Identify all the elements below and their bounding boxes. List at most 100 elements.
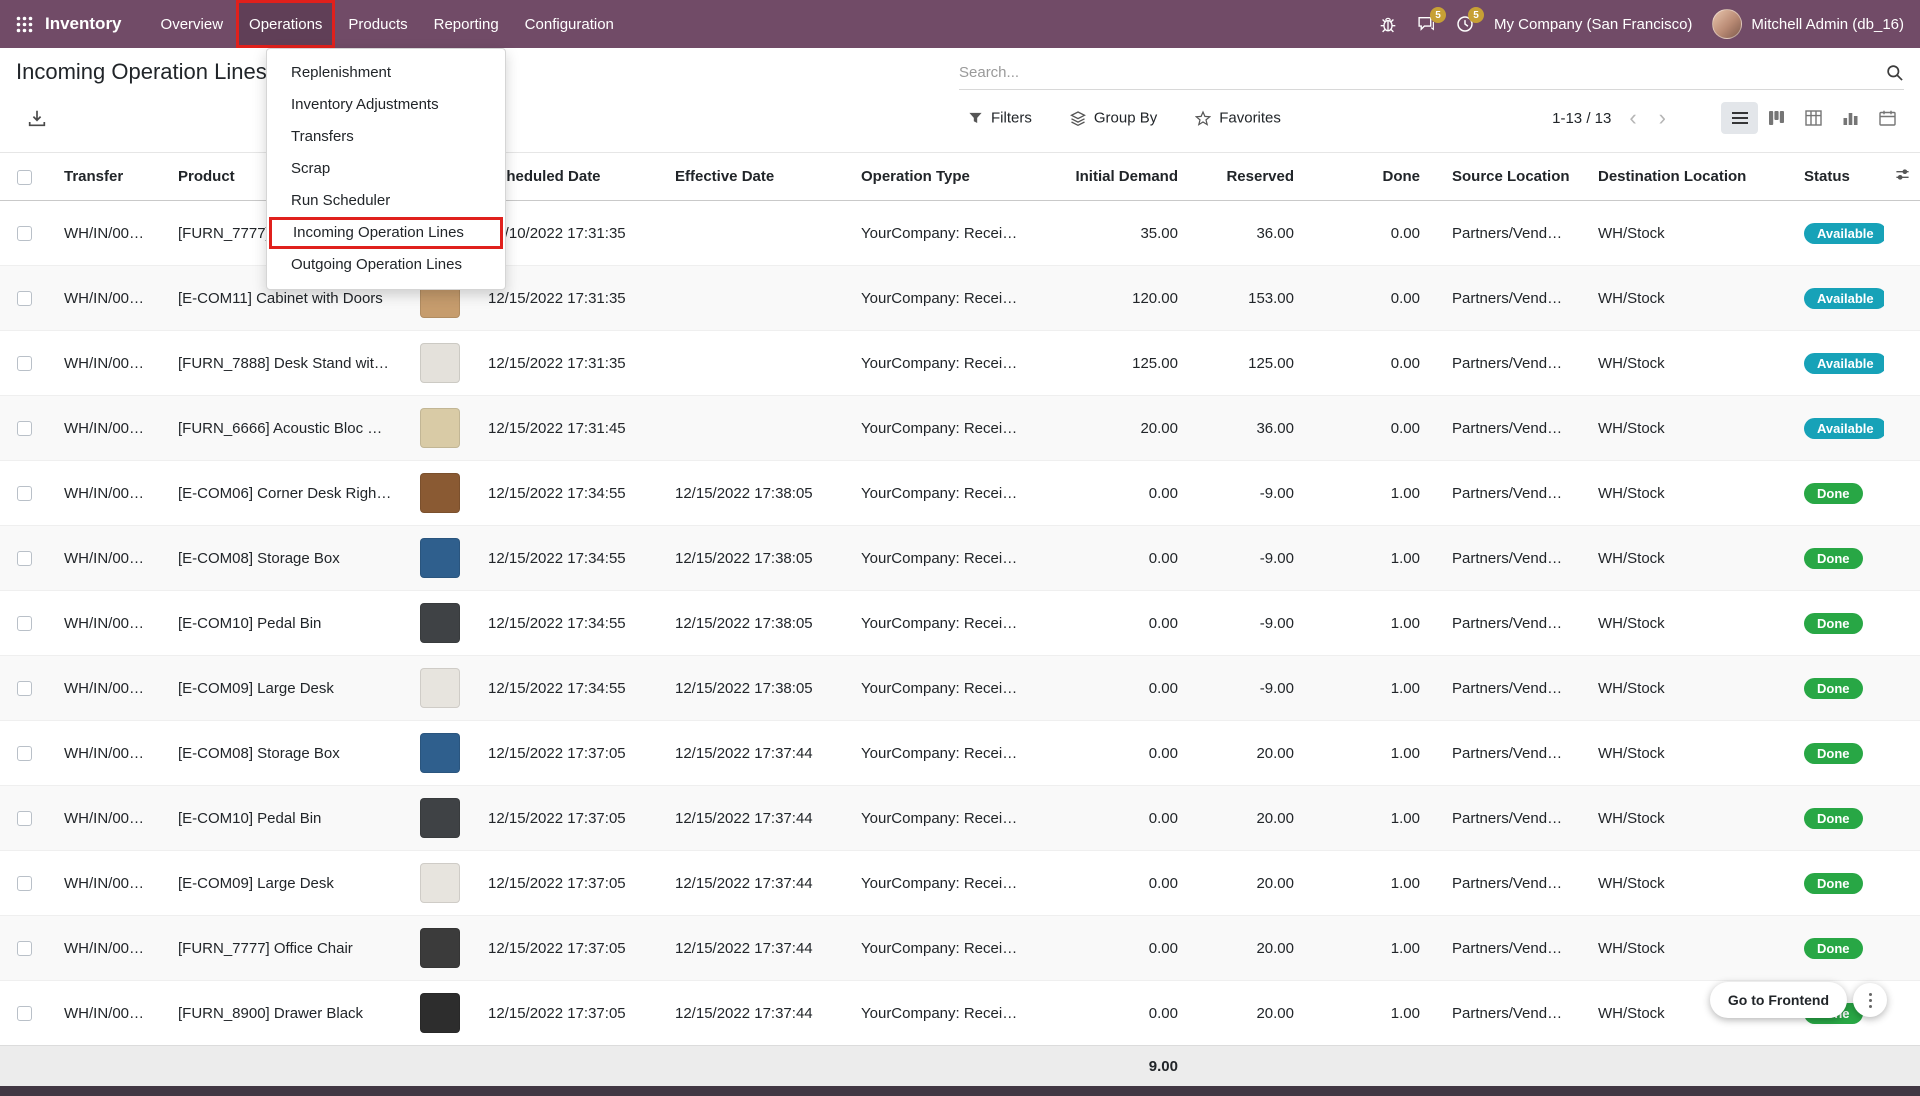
messages-icon[interactable]: 5 [1417,15,1436,33]
table-row[interactable]: WH/IN/00008 [E-COM08] Storage Box 12/15/… [0,721,1920,786]
status-badge: Done [1804,938,1863,959]
menu-item-transfers[interactable]: Transfers [267,121,505,153]
cell-done: 1.00 [1310,461,1436,526]
cell-done: 0.00 [1310,201,1436,266]
activities-clock-icon[interactable]: 5 [1456,15,1474,33]
row-checkbox[interactable] [17,876,32,891]
cell-effective-date: 12/15/2022 17:38:05 [659,656,845,721]
table-row[interactable]: WH/IN/00007 [E-COM08] Storage Box 12/15/… [0,526,1920,591]
cell-reserved: 36.00 [1194,201,1310,266]
column-header-done[interactable]: Done [1310,153,1436,201]
column-header-effective-date[interactable]: Effective Date [659,153,845,201]
menu-item-replenishment[interactable]: Replenishment [267,57,505,89]
cell-initial-demand: 0.00 [1035,461,1194,526]
menu-item-scrap[interactable]: Scrap [267,153,505,185]
nav-item-configuration[interactable]: Configuration [512,0,627,48]
cell-scheduled-date: 12/15/2022 17:34:55 [472,591,659,656]
column-header-reserved[interactable]: Reserved [1194,153,1310,201]
menu-item-outgoing-operation-lines[interactable]: Outgoing Operation Lines [267,249,505,281]
row-checkbox[interactable] [17,421,32,436]
column-header-initial-demand[interactable]: Initial Demand [1035,153,1194,201]
group-by-button[interactable]: Group By [1070,110,1157,127]
row-checkbox[interactable] [17,291,32,306]
apps-grid-icon[interactable] [16,16,33,33]
row-checkbox[interactable] [17,811,32,826]
cell-scheduled-date: 12/15/2022 17:34:55 [472,526,659,591]
row-checkbox[interactable] [17,356,32,371]
view-graph-icon[interactable] [1832,102,1869,134]
menu-item-incoming-operation-lines[interactable]: Incoming Operation Lines [269,217,503,249]
app-name[interactable]: Inventory [45,14,122,34]
row-checkbox[interactable] [17,226,32,241]
row-checkbox[interactable] [17,551,32,566]
row-checkbox[interactable] [17,486,32,501]
favorites-label: Favorites [1219,110,1281,127]
company-switcher[interactable]: My Company (San Francisco) [1494,16,1692,33]
table-row[interactable]: WH/IN/00008 [E-COM09] Large Desk 12/15/2… [0,851,1920,916]
table-body: WH/IN/00002 [FURN_7777] Office Chair 12/… [0,201,1920,1046]
cell-destination-location: WH/Stock [1582,331,1788,396]
cell-initial-demand: 0.00 [1035,721,1194,786]
menu-item-run-scheduler[interactable]: Run Scheduler [267,185,505,217]
status-badge: Done [1804,808,1863,829]
table-row[interactable]: WH/IN/00008 [E-COM10] Pedal Bin 12/15/20… [0,786,1920,851]
row-checkbox[interactable] [17,681,32,696]
select-all-checkbox[interactable] [17,170,32,185]
row-checkbox[interactable] [17,616,32,631]
view-kanban-icon[interactable] [1758,102,1795,134]
table-row[interactable]: WH/IN/00006 [FURN_6666] Acoustic Bloc Sc… [0,396,1920,461]
cell-destination-location: WH/Stock [1582,851,1788,916]
view-calendar-icon[interactable] [1869,102,1906,134]
row-checkbox[interactable] [17,746,32,761]
debug-bug-icon[interactable] [1379,15,1397,33]
table-row[interactable]: WH/IN/00003 [FURN_7888] Desk Stand with … [0,331,1920,396]
activities-counter-badge: 5 [1468,7,1484,23]
table-row[interactable]: WH/IN/00007 [E-COM10] Pedal Bin 12/15/20… [0,591,1920,656]
cell-operation-type: YourCompany: Receipts [845,396,1035,461]
bottom-strip [0,1086,1920,1096]
cell-done: 1.00 [1310,526,1436,591]
nav-item-reporting[interactable]: Reporting [421,0,512,48]
export-icon[interactable] [28,109,46,127]
go-to-frontend-button[interactable]: Go to Frontend [1710,982,1847,1018]
search-icon[interactable] [1886,64,1904,82]
cell-transfer: WH/IN/00003 [48,331,162,396]
table-row[interactable]: WH/IN/00007 [E-COM06] Corner Desk Right … [0,461,1920,526]
nav-item-products[interactable]: Products [335,0,420,48]
filters-button[interactable]: Filters [968,110,1032,127]
cell-done: 1.00 [1310,916,1436,981]
table-row[interactable]: WH/IN/00007 [E-COM09] Large Desk 12/15/2… [0,656,1920,721]
cell-destination-location: WH/Stock [1582,201,1788,266]
cell-operation-type: YourCompany: Receipts [845,526,1035,591]
column-header-operation-type[interactable]: Operation Type [845,153,1035,201]
nav-item-overview[interactable]: Overview [148,0,237,48]
view-pivot-icon[interactable] [1795,102,1832,134]
column-header-transfer[interactable]: Transfer [48,153,162,201]
column-header-source-location[interactable]: Source Location [1436,153,1582,201]
nav-item-operations[interactable]: Operations [236,0,335,48]
column-header-status[interactable]: Status [1788,153,1884,201]
more-options-icon[interactable] [1853,983,1887,1017]
favorites-button[interactable]: Favorites [1195,110,1281,127]
row-checkbox[interactable] [17,1006,32,1021]
cell-product: [FURN_6666] Acoustic Bloc Scr... [162,396,408,461]
pager-next-icon[interactable]: › [1655,107,1670,129]
row-checkbox[interactable] [17,941,32,956]
cell-operation-type: YourCompany: Receipts [845,786,1035,851]
cell-source-location: Partners/Vendors [1436,786,1582,851]
cell-transfer: WH/IN/00007 [48,656,162,721]
table-row[interactable]: WH/IN/00008 [FURN_8900] Drawer Black 12/… [0,981,1920,1046]
cell-transfer: WH/IN/00008 [48,851,162,916]
product-image [420,668,460,708]
optional-columns-icon[interactable] [1895,167,1910,182]
cell-transfer: WH/IN/00006 [48,396,162,461]
column-header-destination-location[interactable]: Destination Location [1582,153,1788,201]
view-list-icon[interactable] [1721,102,1758,134]
status-badge: Available [1804,418,1884,439]
table-row[interactable]: WH/IN/00008 [FURN_7777] Office Chair 12/… [0,916,1920,981]
menu-item-inventory-adjustments[interactable]: Inventory Adjustments [267,89,505,121]
user-menu[interactable]: Mitchell Admin (db_16) [1712,9,1904,39]
pager-previous-icon[interactable]: ‹ [1625,107,1640,129]
search-input[interactable] [959,64,1886,81]
status-badge: Done [1804,548,1863,569]
